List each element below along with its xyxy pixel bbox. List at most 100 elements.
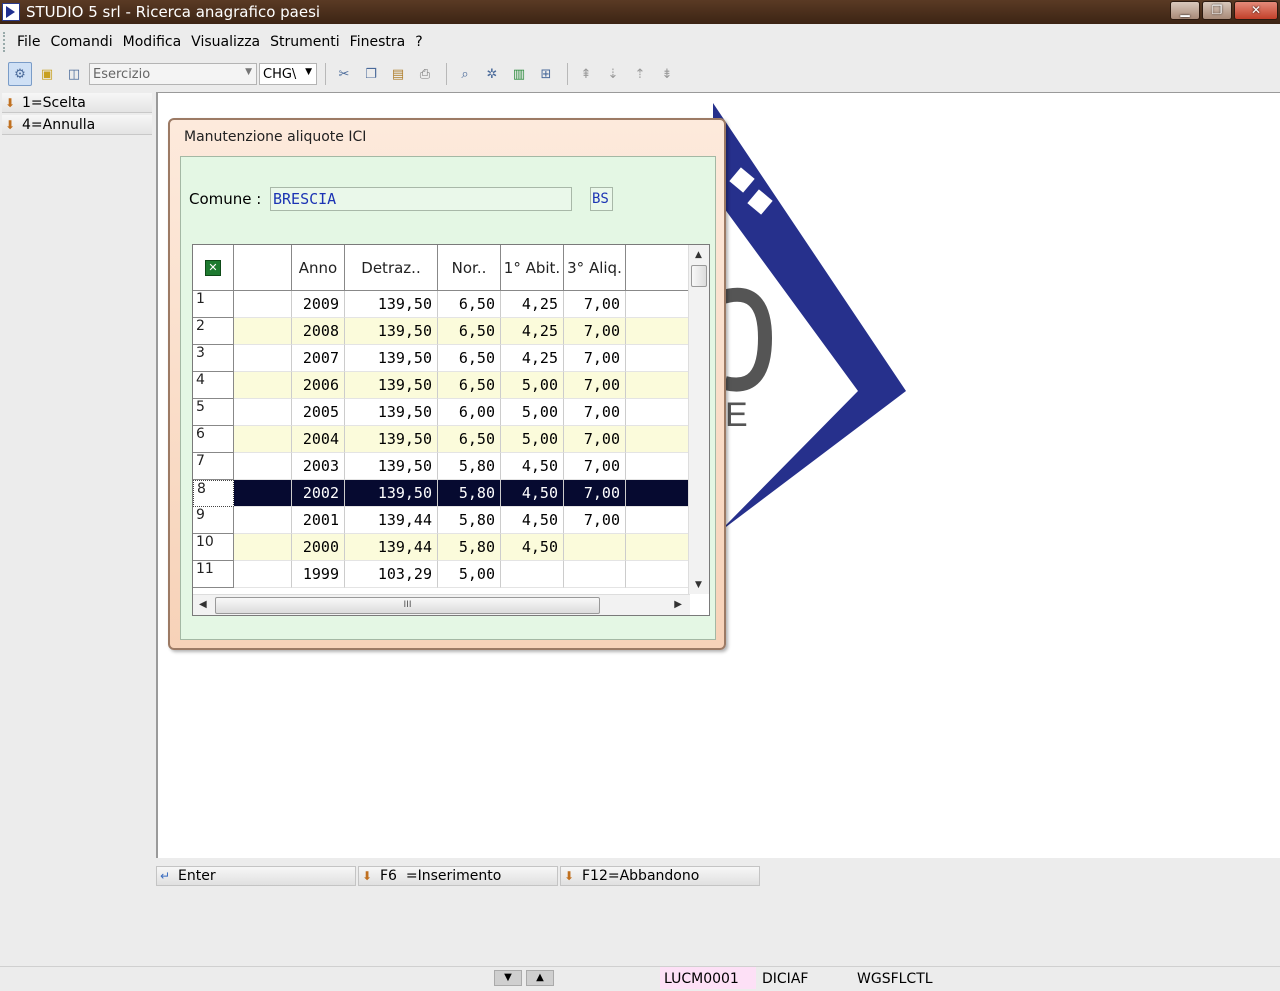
menu-visualizza[interactable]: Visualizza bbox=[186, 34, 265, 50]
table-cell[interactable]: 2002 bbox=[292, 480, 345, 507]
table-cell[interactable] bbox=[234, 291, 292, 318]
minimize-button[interactable]: ▁ bbox=[1170, 1, 1200, 20]
table-cell[interactable] bbox=[234, 318, 292, 345]
row-number[interactable]: 6 bbox=[193, 426, 234, 453]
esercizio-combo[interactable]: Esercizio ▼ bbox=[89, 63, 257, 85]
table-cell[interactable]: 139,50 bbox=[345, 453, 438, 480]
last-record-icon[interactable]: ⇟ bbox=[655, 62, 679, 86]
table-cell[interactable] bbox=[234, 480, 292, 507]
table-cell[interactable] bbox=[626, 534, 688, 561]
menu-modifica[interactable]: Modifica bbox=[118, 34, 187, 50]
column-header[interactable] bbox=[626, 245, 688, 291]
chart-icon[interactable]: ▥ bbox=[507, 62, 531, 86]
f12-abbandono-button[interactable]: ⬇ F12=Abbandono bbox=[560, 866, 760, 886]
vertical-scrollbar[interactable]: ▲ ▼ bbox=[688, 245, 709, 594]
column-header-anno[interactable]: Anno bbox=[292, 245, 345, 291]
table-cell[interactable] bbox=[564, 561, 626, 588]
paste-icon[interactable]: ▤ bbox=[386, 62, 410, 86]
table-cell[interactable] bbox=[626, 507, 688, 534]
close-button[interactable]: ✕ bbox=[1234, 1, 1278, 20]
table-cell[interactable]: 139,50 bbox=[345, 318, 438, 345]
cut-icon[interactable]: ✂ bbox=[332, 62, 356, 86]
table-cell[interactable] bbox=[234, 372, 292, 399]
enter-key-button[interactable]: ↵ Enter bbox=[156, 866, 356, 886]
row-number[interactable]: 2 bbox=[193, 318, 234, 345]
table-cell[interactable] bbox=[234, 399, 292, 426]
table-cell[interactable]: 2008 bbox=[292, 318, 345, 345]
link-icon[interactable]: ⚙ bbox=[8, 62, 32, 86]
table-cell[interactable]: 7,00 bbox=[564, 372, 626, 399]
table-cell[interactable]: 5,80 bbox=[438, 534, 501, 561]
table-cell[interactable]: 7,00 bbox=[564, 507, 626, 534]
comune-field[interactable]: BRESCIA bbox=[270, 187, 572, 211]
table-cell[interactable]: 2000 bbox=[292, 534, 345, 561]
table-cell[interactable]: 7,00 bbox=[564, 399, 626, 426]
table-cell[interactable]: 4,50 bbox=[501, 534, 564, 561]
table-cell[interactable] bbox=[626, 453, 688, 480]
maximize-button[interactable]: ❐ bbox=[1202, 1, 1232, 20]
scroll-down-icon[interactable]: ▼ bbox=[695, 580, 702, 590]
table-cell[interactable]: 2004 bbox=[292, 426, 345, 453]
table-cell[interactable]: 2001 bbox=[292, 507, 345, 534]
table-row[interactable]: 8 2002 139,50 5,80 4,50 7,00 bbox=[193, 480, 688, 507]
table-cell[interactable]: 4,50 bbox=[501, 453, 564, 480]
table-cell[interactable]: 2009 bbox=[292, 291, 345, 318]
export-excel-cell[interactable]: ✕ bbox=[193, 245, 234, 291]
table-row[interactable]: 7 2003 139,50 5,80 4,50 7,00 bbox=[193, 453, 688, 480]
table-row[interactable]: 1 2009 139,50 6,50 4,25 7,00 bbox=[193, 291, 688, 318]
table-cell[interactable] bbox=[234, 345, 292, 372]
settings-icon[interactable]: ✲ bbox=[480, 62, 504, 86]
table-cell[interactable] bbox=[234, 453, 292, 480]
table-cell[interactable]: 6,50 bbox=[438, 372, 501, 399]
table-row[interactable]: 10 2000 139,44 5,80 4,50 bbox=[193, 534, 688, 561]
column-header-prima-abitazione[interactable]: 1° Abit. bbox=[501, 245, 564, 291]
scroll-thumb[interactable] bbox=[691, 265, 707, 287]
table-cell[interactable]: 139,50 bbox=[345, 480, 438, 507]
provincia-field[interactable]: BS bbox=[590, 187, 613, 211]
row-number[interactable]: 1 bbox=[193, 291, 234, 318]
table-cell[interactable] bbox=[501, 561, 564, 588]
page-down-icon[interactable]: ▼ bbox=[494, 970, 522, 986]
table-cell[interactable] bbox=[626, 561, 688, 588]
column-header-normale[interactable]: Nor.. bbox=[438, 245, 501, 291]
table-cell[interactable] bbox=[626, 345, 688, 372]
table-cell[interactable]: 139,44 bbox=[345, 507, 438, 534]
table-cell[interactable] bbox=[626, 372, 688, 399]
row-number[interactable]: 5 bbox=[193, 399, 234, 426]
table-cell[interactable] bbox=[234, 534, 292, 561]
scroll-up-icon[interactable]: ▲ bbox=[695, 250, 702, 260]
scroll-right-icon[interactable]: ▶ bbox=[674, 599, 682, 610]
table-cell[interactable]: 4,50 bbox=[501, 507, 564, 534]
table-cell[interactable] bbox=[564, 534, 626, 561]
table-cell[interactable] bbox=[626, 399, 688, 426]
table-cell[interactable]: 5,00 bbox=[438, 561, 501, 588]
table-row[interactable]: 9 2001 139,44 5,80 4,50 7,00 bbox=[193, 507, 688, 534]
table-cell[interactable]: 6,50 bbox=[438, 426, 501, 453]
table-cell[interactable] bbox=[234, 507, 292, 534]
table-cell[interactable]: 7,00 bbox=[564, 480, 626, 507]
scroll-thumb[interactable]: III bbox=[215, 597, 600, 614]
table-cell[interactable]: 2003 bbox=[292, 453, 345, 480]
table-cell[interactable]: 2006 bbox=[292, 372, 345, 399]
table-cell[interactable]: 7,00 bbox=[564, 345, 626, 372]
table-cell[interactable]: 5,80 bbox=[438, 507, 501, 534]
scroll-left-icon[interactable]: ◀ bbox=[199, 599, 207, 610]
table-cell[interactable]: 103,29 bbox=[345, 561, 438, 588]
table-cell[interactable] bbox=[234, 561, 292, 588]
table-cell[interactable]: 139,50 bbox=[345, 426, 438, 453]
table-cell[interactable] bbox=[626, 426, 688, 453]
next-record-icon[interactable]: ⇡ bbox=[628, 62, 652, 86]
horizontal-scrollbar[interactable]: ◀ III ▶ bbox=[193, 594, 690, 615]
print-icon[interactable]: ⎙ bbox=[413, 62, 437, 86]
page-up-icon[interactable]: ▲ bbox=[526, 970, 554, 986]
table-cell[interactable]: 4,25 bbox=[501, 291, 564, 318]
menu-file[interactable]: File bbox=[12, 34, 45, 50]
company-combo[interactable]: CHG\ ▼ bbox=[259, 63, 317, 85]
table-cell[interactable]: 4,25 bbox=[501, 345, 564, 372]
function-scelta[interactable]: ⬇ 1=Scelta bbox=[2, 93, 152, 113]
table-row[interactable]: 11 1999 103,29 5,00 bbox=[193, 561, 688, 588]
table-cell[interactable]: 1999 bbox=[292, 561, 345, 588]
table-cell[interactable]: 139,50 bbox=[345, 372, 438, 399]
table-cell[interactable]: 7,00 bbox=[564, 318, 626, 345]
menu-strumenti[interactable]: Strumenti bbox=[265, 34, 345, 50]
